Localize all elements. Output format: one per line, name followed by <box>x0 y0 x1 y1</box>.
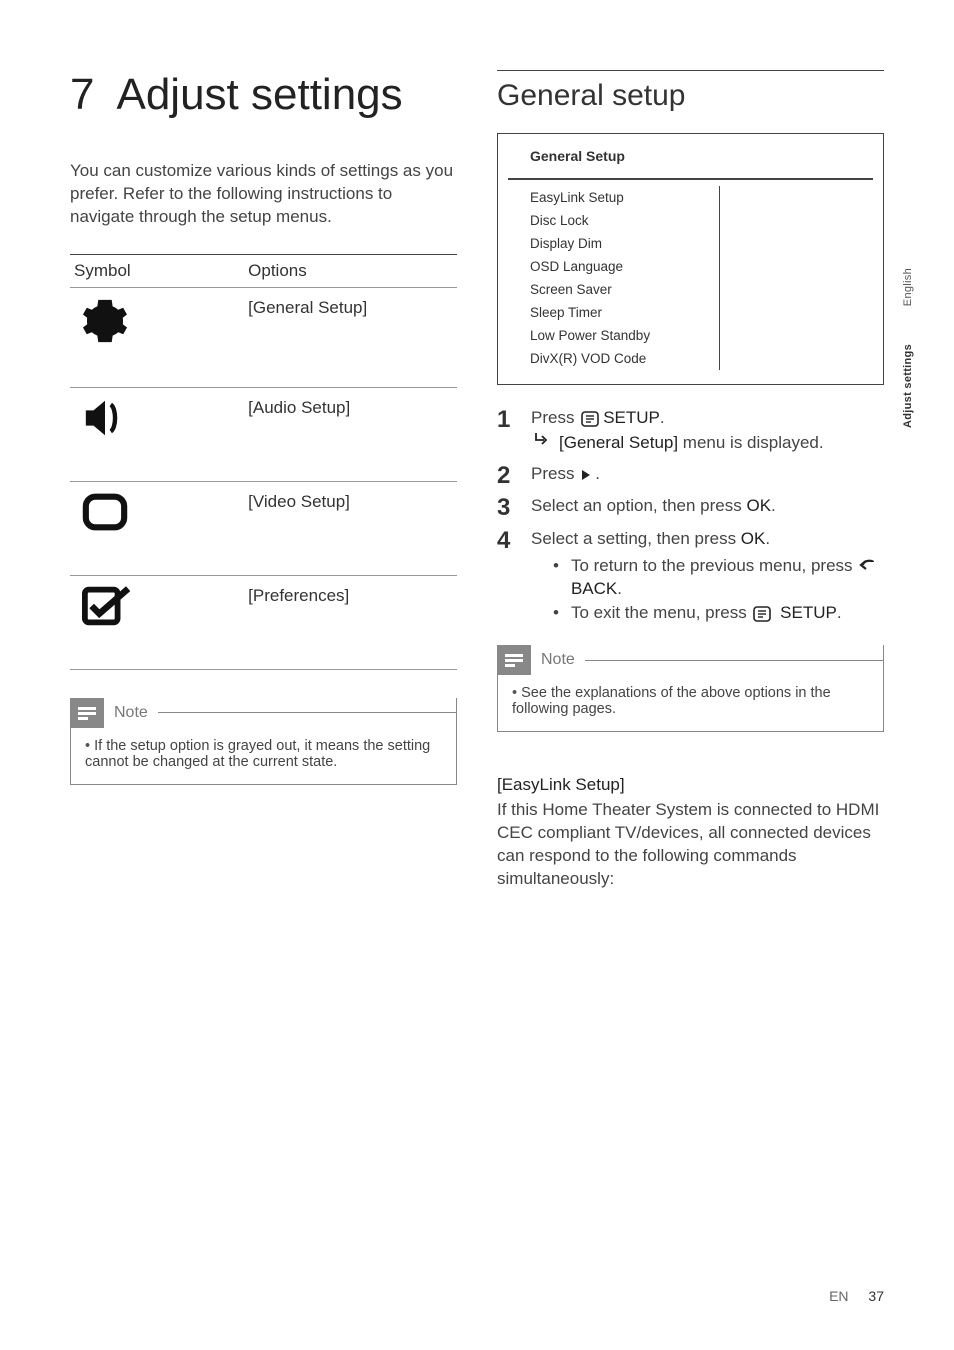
menu-item: Sleep Timer <box>508 301 720 324</box>
table-header-symbol: Symbol <box>70 254 244 287</box>
note-icon <box>497 645 531 675</box>
setup-button-icon <box>581 411 599 427</box>
table-row: [Audio Setup] <box>70 387 457 481</box>
step-2: 2 Press . <box>497 463 884 489</box>
step-4-bullet-1: To return to the previous menu, press BA… <box>531 555 884 601</box>
screen-icon <box>82 492 128 532</box>
step-2-text-c: . <box>595 464 600 483</box>
option-video-setup: [Video Setup] <box>244 481 457 575</box>
menu-items: EasyLink Setup Disc Lock Display Dim OSD… <box>498 184 883 384</box>
step-4-b2-c: . <box>837 603 842 622</box>
table-header-options: Options <box>244 254 457 287</box>
table-header-row: Symbol Options <box>70 254 457 287</box>
step-3: 3 Select an option, then press OK. <box>497 495 884 521</box>
table-row: [General Setup] <box>70 287 457 387</box>
section-rule <box>497 70 884 71</box>
step-4-ok: OK <box>741 529 766 548</box>
menu-item: Display Dim <box>508 232 720 255</box>
back-arrow-icon <box>858 559 876 573</box>
footer-lang: EN <box>829 1288 848 1304</box>
step-4-text-c: . <box>765 529 770 548</box>
setup-button-icon <box>753 606 771 622</box>
note-left-text: If the setup option is grayed out, it me… <box>85 738 442 770</box>
chapter-title-text: Adjust settings <box>116 70 402 119</box>
speaker-icon <box>82 398 128 438</box>
option-general-setup: [General Setup] <box>244 287 457 387</box>
section-title: General setup <box>497 79 884 113</box>
note-left: Note If the setup option is grayed out, … <box>70 698 457 785</box>
note-icon <box>70 698 104 728</box>
right-triangle-icon <box>580 469 592 481</box>
table-row: [Video Setup] <box>70 481 457 575</box>
side-tab-english: English <box>898 258 918 316</box>
footer-page-number: 37 <box>868 1288 884 1304</box>
option-audio-setup: [Audio Setup] <box>244 387 457 481</box>
feature-title: [EasyLink Setup] <box>497 774 884 797</box>
checkmark-icon <box>82 586 132 626</box>
menu-item: EasyLink Setup <box>508 186 720 209</box>
side-tab-section: Adjust settings <box>898 334 918 438</box>
options-table: Symbol Options [General Setup] <box>70 254 457 670</box>
steps-list: 1 Press SETUP. [General Setup] menu is d… <box>497 407 884 627</box>
gear-icon <box>82 298 128 344</box>
step-4-b1-c: . <box>617 579 622 598</box>
step-2-text-a: Press <box>531 464 579 483</box>
two-column-layout: 7 Adjust settings You can customize vario… <box>70 70 884 891</box>
menu-item: Disc Lock <box>508 209 720 232</box>
menu-item: Low Power Standby <box>508 324 720 347</box>
note-right-label: Note <box>541 651 575 669</box>
left-column: 7 Adjust settings You can customize vario… <box>70 70 457 891</box>
step-1-text-a: Press <box>531 408 579 427</box>
feature-easylink: [EasyLink Setup] If this Home Theater Sy… <box>497 774 884 891</box>
note-right: Note See the explanations of the above o… <box>497 645 884 732</box>
chapter-heading: 7 Adjust settings <box>70 70 457 120</box>
menu-item: Screen Saver <box>508 278 720 301</box>
step-3-ok: OK <box>746 496 771 515</box>
option-preferences: [Preferences] <box>244 575 457 669</box>
step-1-text-c: . <box>660 408 665 427</box>
step-4-b1-back: BACK <box>571 579 617 598</box>
step-4-b2-a: To exit the menu, press <box>571 603 751 622</box>
menu-screenshot: General Setup EasyLink Setup Disc Lock D… <box>497 133 884 385</box>
step-4-text-a: Select a setting, then press <box>531 529 741 548</box>
step-4-b1-a: To return to the previous menu, press <box>571 556 857 575</box>
step-4-bullet-2: To exit the menu, press SETUP. <box>531 602 884 625</box>
result-arrow-icon <box>533 432 549 455</box>
page: 7 Adjust settings You can customize vario… <box>0 0 954 1350</box>
menu-item: OSD Language <box>508 255 720 278</box>
step-1-sub-b: menu is displayed. <box>678 433 824 452</box>
menu-header: General Setup <box>498 134 883 178</box>
step-3-text-c: . <box>771 496 776 515</box>
note-right-text: See the explanations of the above option… <box>512 685 869 717</box>
step-3-text-a: Select an option, then press <box>531 496 746 515</box>
step-1: 1 Press SETUP. [General Setup] menu is d… <box>497 407 884 457</box>
note-left-label: Note <box>114 704 148 722</box>
feature-body: If this Home Theater System is connected… <box>497 799 884 891</box>
step-1-setup: SETUP <box>603 408 660 427</box>
menu-item: DivX(R) VOD Code <box>508 347 720 370</box>
step-1-sub-a: [General Setup] <box>559 433 678 452</box>
step-4-b2-setup: SETUP <box>780 603 837 622</box>
side-tabs: English Adjust settings <box>898 258 918 438</box>
page-footer: EN 37 <box>829 1288 884 1304</box>
intro-paragraph: You can customize various kinds of setti… <box>70 160 457 229</box>
step-4: 4 Select a setting, then press OK. To re… <box>497 528 884 628</box>
chapter-number: 7 <box>70 70 94 119</box>
right-column: General setup General Setup EasyLink Set… <box>497 70 884 891</box>
table-row: [Preferences] <box>70 575 457 669</box>
